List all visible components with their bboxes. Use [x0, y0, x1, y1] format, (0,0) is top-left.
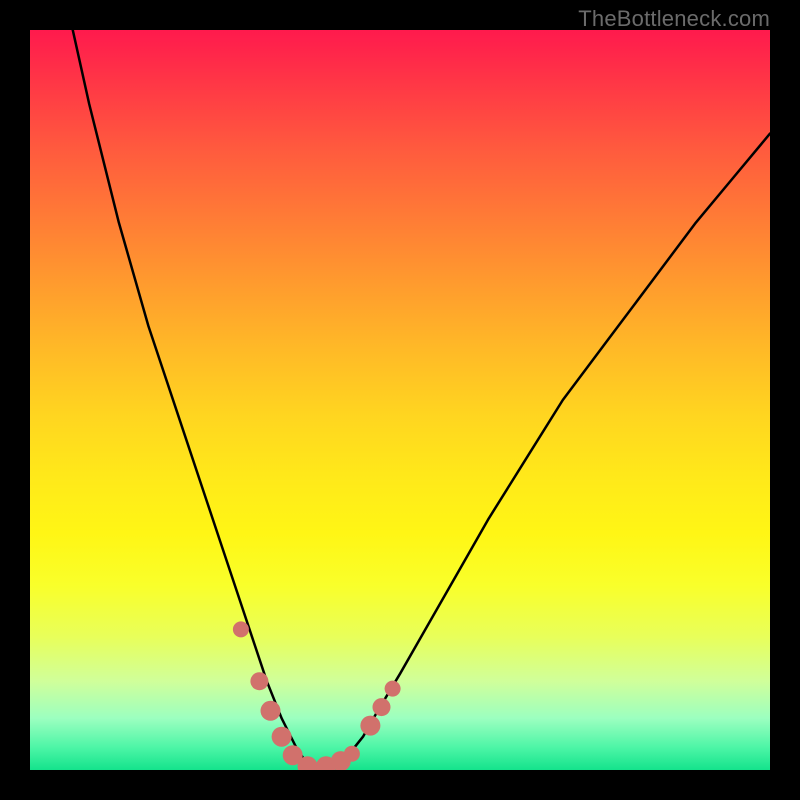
chart-frame: TheBottleneck.com — [0, 0, 800, 800]
curve-marker — [360, 716, 380, 736]
curve-path — [30, 30, 770, 766]
curve-marker — [250, 672, 268, 690]
curve-marker — [373, 698, 391, 716]
watermark-label: TheBottleneck.com — [578, 6, 770, 32]
chart-svg — [30, 30, 770, 770]
curve-marker — [261, 701, 281, 721]
curve-marker — [385, 681, 401, 697]
curve-marker — [233, 621, 249, 637]
bottleneck-curve — [30, 30, 770, 766]
curve-marker — [272, 727, 292, 747]
curve-marker — [344, 746, 360, 762]
curve-markers — [233, 621, 401, 770]
